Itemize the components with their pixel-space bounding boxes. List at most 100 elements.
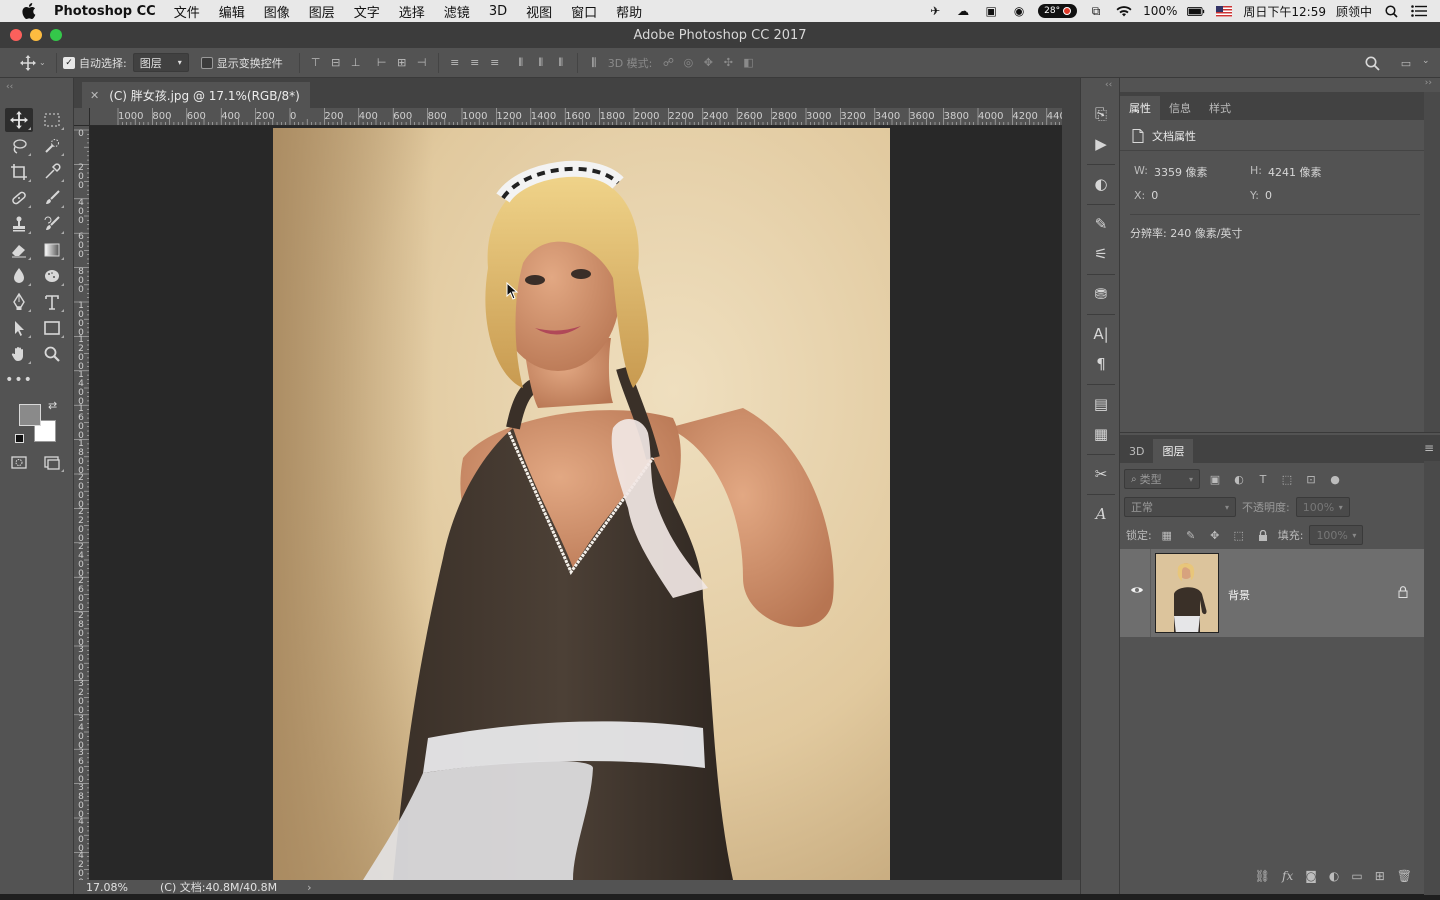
clone-source-icon[interactable]: ⛃ bbox=[1089, 282, 1113, 306]
3d-scale-icon[interactable]: ◧ bbox=[738, 53, 758, 73]
filter-shape-layers-icon[interactable]: ⬚ bbox=[1278, 471, 1296, 487]
add-mask-icon[interactable]: ◙ bbox=[1305, 869, 1317, 883]
distribute-left-icon[interactable]: ⫴ bbox=[511, 53, 531, 73]
chevron-down-icon[interactable]: ⌄ bbox=[1422, 56, 1430, 66]
auto-select-checkbox[interactable]: ✓ bbox=[63, 56, 75, 69]
distribute-horizontal-centers-icon[interactable]: ⫴ bbox=[531, 53, 551, 73]
horizontal-ruler[interactable]: 1000 800 600 400 200 0 200 400 600 800 1000 1200 140… bbox=[90, 108, 1062, 126]
ruler-origin[interactable] bbox=[74, 108, 90, 126]
align-right-edges-icon[interactable]: ⊣ bbox=[412, 53, 432, 73]
vertical-scrollbar[interactable] bbox=[1062, 108, 1080, 880]
tool-preset-picker[interactable]: ⌄ bbox=[20, 54, 50, 71]
layer-style-fx-icon[interactable]: fx bbox=[1282, 869, 1293, 883]
distribute-bottom-icon[interactable]: ≡ bbox=[485, 53, 505, 73]
filter-type-layers-icon[interactable]: T bbox=[1254, 471, 1272, 487]
path-selection-tool[interactable] bbox=[5, 316, 33, 340]
screen-record-icon[interactable]: ▣ bbox=[982, 4, 1000, 18]
close-document-icon[interactable]: ✕ bbox=[90, 89, 99, 102]
clone-stamp-tool[interactable] bbox=[5, 212, 33, 236]
3d-pan-icon[interactable]: ✥ bbox=[698, 53, 718, 73]
swap-colors-icon[interactable]: ⇄ bbox=[48, 399, 57, 412]
zoom-tool[interactable] bbox=[38, 342, 66, 366]
delete-layer-trash-icon[interactable]: 🗑 bbox=[1397, 869, 1412, 883]
spotlight-search-icon[interactable] bbox=[1382, 4, 1400, 18]
filter-smart-objects-icon[interactable]: ⊡ bbox=[1302, 471, 1320, 487]
new-group-folder-icon[interactable]: ▭ bbox=[1351, 869, 1362, 883]
3d-slide-icon[interactable]: ✣ bbox=[718, 53, 738, 73]
crop-tool[interactable] bbox=[5, 160, 33, 184]
spot-healing-brush-tool[interactable] bbox=[5, 186, 33, 210]
character-panel-icon[interactable]: A| bbox=[1089, 322, 1113, 346]
gradient-tool[interactable] bbox=[38, 238, 66, 262]
lasso-tool[interactable] bbox=[5, 134, 33, 158]
battery-icon[interactable] bbox=[1187, 4, 1205, 18]
filter-adjustment-layers-icon[interactable]: ◐ bbox=[1230, 471, 1248, 487]
glyphs-panel-icon[interactable]: A bbox=[1089, 502, 1113, 526]
zoom-window-button[interactable] bbox=[50, 29, 62, 41]
actions-play-icon[interactable]: ▶ bbox=[1089, 132, 1113, 156]
menu-type[interactable]: 文字 bbox=[354, 2, 380, 21]
collapse-toolbox-icon[interactable]: ‹‹ bbox=[6, 82, 13, 92]
layer-visibility-eye-icon[interactable] bbox=[1130, 585, 1144, 598]
lock-image-pixels-icon[interactable]: ✎ bbox=[1182, 527, 1200, 543]
tab-styles[interactable]: 样式 bbox=[1200, 96, 1240, 120]
auto-select-target-dropdown[interactable]: 图层 ▾ bbox=[132, 53, 189, 72]
layer-lock-icon[interactable] bbox=[1398, 586, 1408, 601]
rectangular-marquee-tool[interactable] bbox=[38, 108, 66, 132]
show-transform-checkbox[interactable] bbox=[200, 56, 213, 69]
new-layer-icon[interactable]: ⊞ bbox=[1375, 869, 1385, 883]
workspace-switcher-icon[interactable]: ▭ bbox=[1396, 53, 1416, 73]
brush-tool[interactable] bbox=[38, 186, 66, 210]
pen-tool[interactable] bbox=[5, 290, 33, 314]
fill-input[interactable]: 100% ▾ bbox=[1309, 525, 1364, 545]
lock-artboard-icon[interactable]: ⬚ bbox=[1230, 527, 1248, 543]
minimize-window-button[interactable] bbox=[30, 29, 42, 41]
filter-pixel-layers-icon[interactable]: ▣ bbox=[1206, 471, 1224, 487]
tool-presets-icon[interactable]: ✂ bbox=[1089, 462, 1113, 486]
layers-scrollbar[interactable] bbox=[1424, 461, 1440, 895]
properties-scrollbar[interactable] bbox=[1424, 92, 1440, 432]
menu-file[interactable]: 文件 bbox=[174, 2, 200, 21]
canvas-area[interactable] bbox=[90, 126, 1062, 880]
blend-mode-dropdown[interactable]: 正常 ▾ bbox=[1124, 497, 1236, 517]
screen-mode-button[interactable] bbox=[38, 450, 66, 474]
align-vertical-centers-icon[interactable]: ⊟ bbox=[326, 53, 346, 73]
temperature-badge[interactable]: 28° bbox=[1038, 4, 1078, 18]
menu-layer[interactable]: 图层 bbox=[309, 2, 335, 21]
default-colors-icon[interactable] bbox=[15, 434, 24, 443]
expand-panels-icon[interactable]: ‹‹ bbox=[1105, 80, 1112, 90]
tab-info[interactable]: 信息 bbox=[1160, 96, 1200, 120]
tab-layers[interactable]: 图层 bbox=[1153, 439, 1194, 463]
quick-selection-tool[interactable] bbox=[38, 134, 66, 158]
menu-filter[interactable]: 滤镜 bbox=[444, 2, 470, 21]
collapse-panels-icon[interactable]: ›› bbox=[1425, 78, 1432, 88]
history-panel-icon[interactable]: ⎘ bbox=[1089, 102, 1113, 126]
user-name[interactable]: 顾领中 bbox=[1336, 3, 1372, 20]
opacity-input[interactable]: 100% ▾ bbox=[1295, 497, 1350, 517]
notes-icon[interactable]: ▦ bbox=[1089, 422, 1113, 446]
filter-kind-dropdown[interactable]: ⌕ 类型 ▾ bbox=[1124, 469, 1200, 489]
document-tab[interactable]: ✕ (C) 胖女孩.jpg @ 17.1%(RGB/8*) bbox=[82, 82, 310, 108]
link-layers-icon[interactable]: ⛓ bbox=[1255, 869, 1270, 883]
auto-align-layers-icon[interactable]: ⫼ bbox=[584, 53, 604, 73]
status-menu-arrow-icon[interactable]: › bbox=[307, 881, 311, 894]
eraser-tool[interactable] bbox=[5, 238, 33, 262]
lock-position-icon[interactable]: ✥ bbox=[1206, 527, 1224, 543]
menu-view[interactable]: 视图 bbox=[526, 2, 552, 21]
history-brush-tool[interactable] bbox=[38, 212, 66, 236]
us-flag-icon[interactable] bbox=[1215, 4, 1233, 18]
tab-properties[interactable]: 属性 bbox=[1120, 96, 1160, 120]
app-name-menu[interactable]: Photoshop CC bbox=[54, 4, 156, 19]
distribute-vertical-centers-icon[interactable]: ≡ bbox=[465, 53, 485, 73]
libraries-icon[interactable]: ▤ bbox=[1089, 392, 1113, 416]
airplane-icon[interactable]: ✈ bbox=[926, 4, 944, 18]
menu-help[interactable]: 帮助 bbox=[616, 2, 642, 21]
apple-icon[interactable] bbox=[18, 3, 40, 19]
sponge-tool[interactable] bbox=[38, 264, 66, 288]
close-window-button[interactable] bbox=[10, 29, 22, 41]
cc-sync-icon[interactable]: ◉ bbox=[1010, 4, 1028, 18]
zoom-level[interactable]: 17.08% bbox=[86, 881, 146, 894]
menu-image[interactable]: 图像 bbox=[264, 2, 290, 21]
eyedropper-tool[interactable] bbox=[38, 160, 66, 184]
3d-orbit-icon[interactable]: ☍ bbox=[658, 53, 678, 73]
